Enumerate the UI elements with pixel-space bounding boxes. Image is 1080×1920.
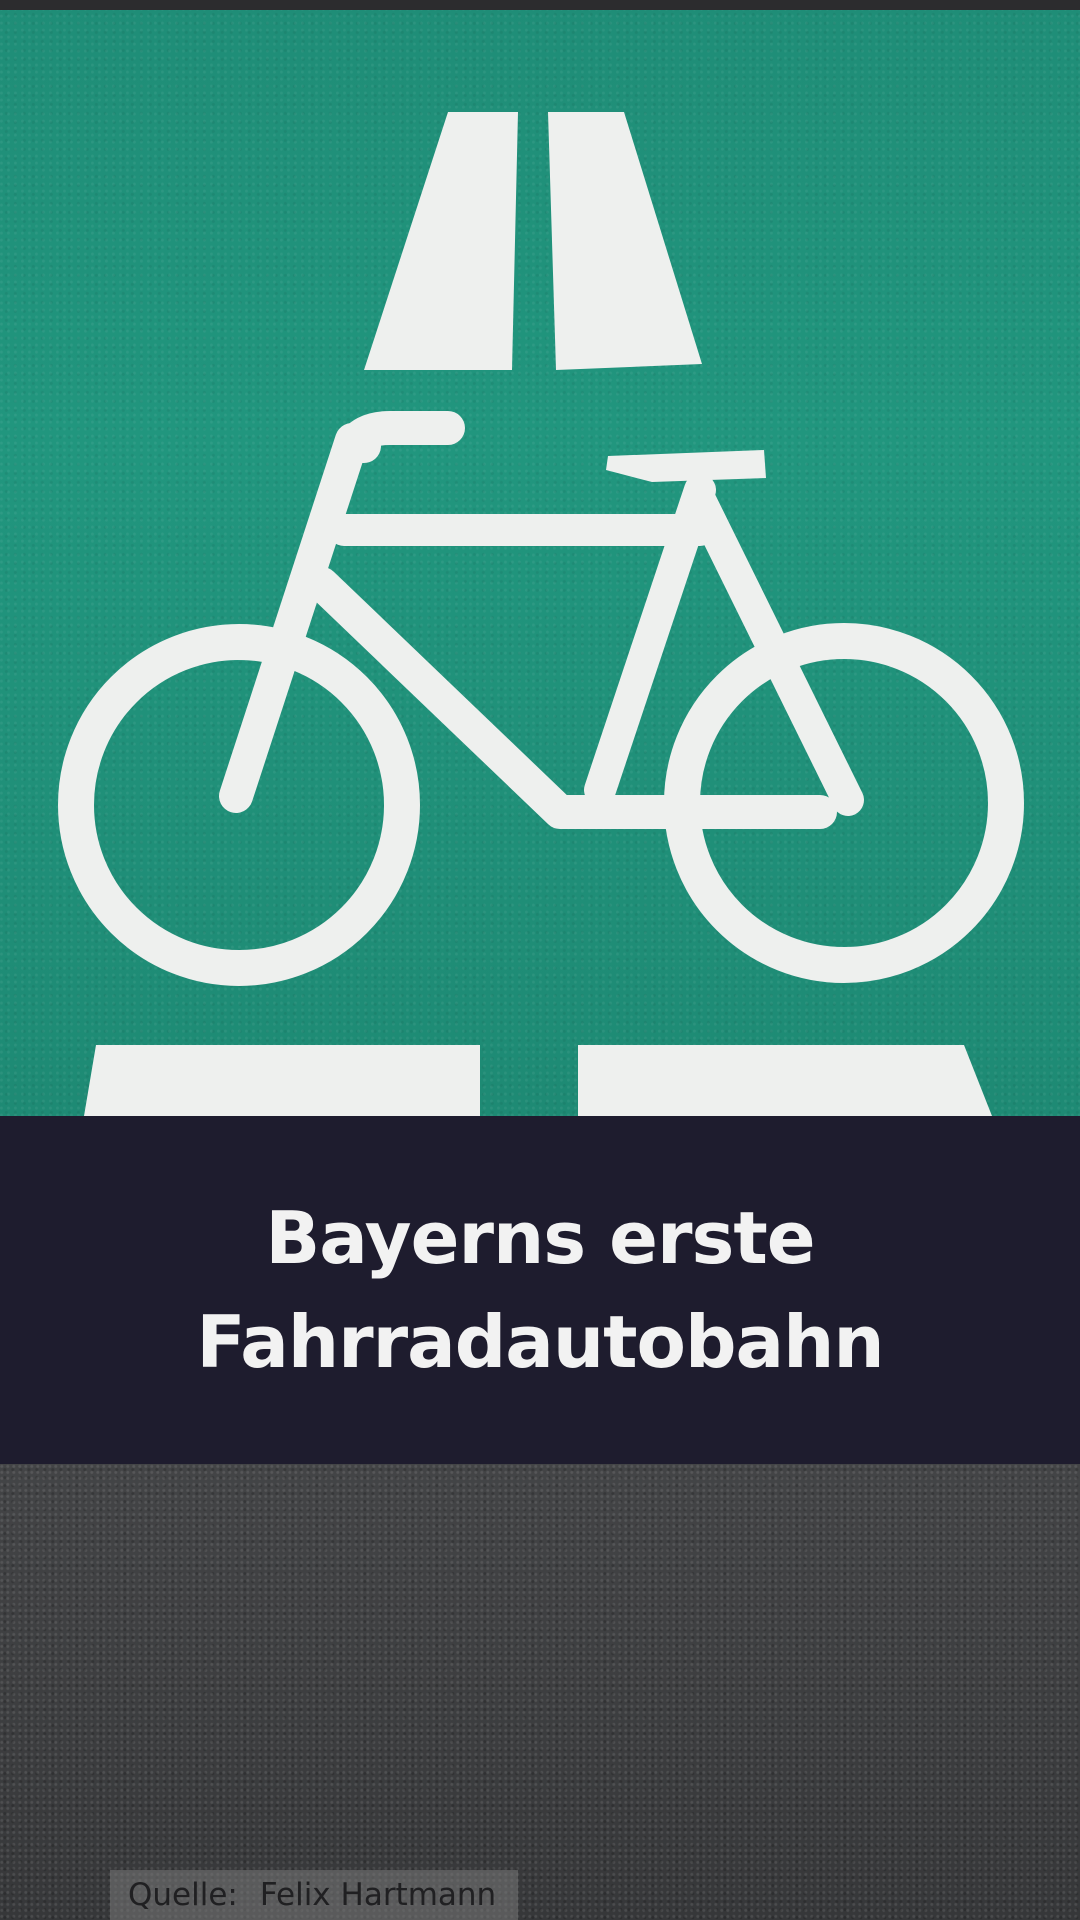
headline-line-2: Fahrradautobahn — [196, 1300, 884, 1384]
story-card: Bayerns erste Fahrradautobahn Quelle: Fe… — [0, 0, 1080, 1920]
bike-highway-marking — [58, 112, 1024, 1116]
credit-author: Felix Hartmann — [259, 1877, 497, 1913]
credit-label: Quelle: — [128, 1877, 238, 1913]
bicycle-pictogram-icon — [58, 411, 1024, 986]
headline-title: Bayerns erste Fahrradautobahn — [90, 1186, 990, 1394]
headline-banner: Bayerns erste Fahrradautobahn — [0, 1116, 1080, 1464]
road-lane-markings-icon — [364, 112, 702, 370]
bicycle-saddle — [606, 450, 766, 482]
asphalt-surface — [0, 1464, 1080, 1920]
lane-blocks — [84, 1045, 992, 1116]
headline-line-1: Bayerns erste — [265, 1196, 815, 1280]
photo-credit: Quelle: Felix Hartmann — [110, 1870, 519, 1920]
